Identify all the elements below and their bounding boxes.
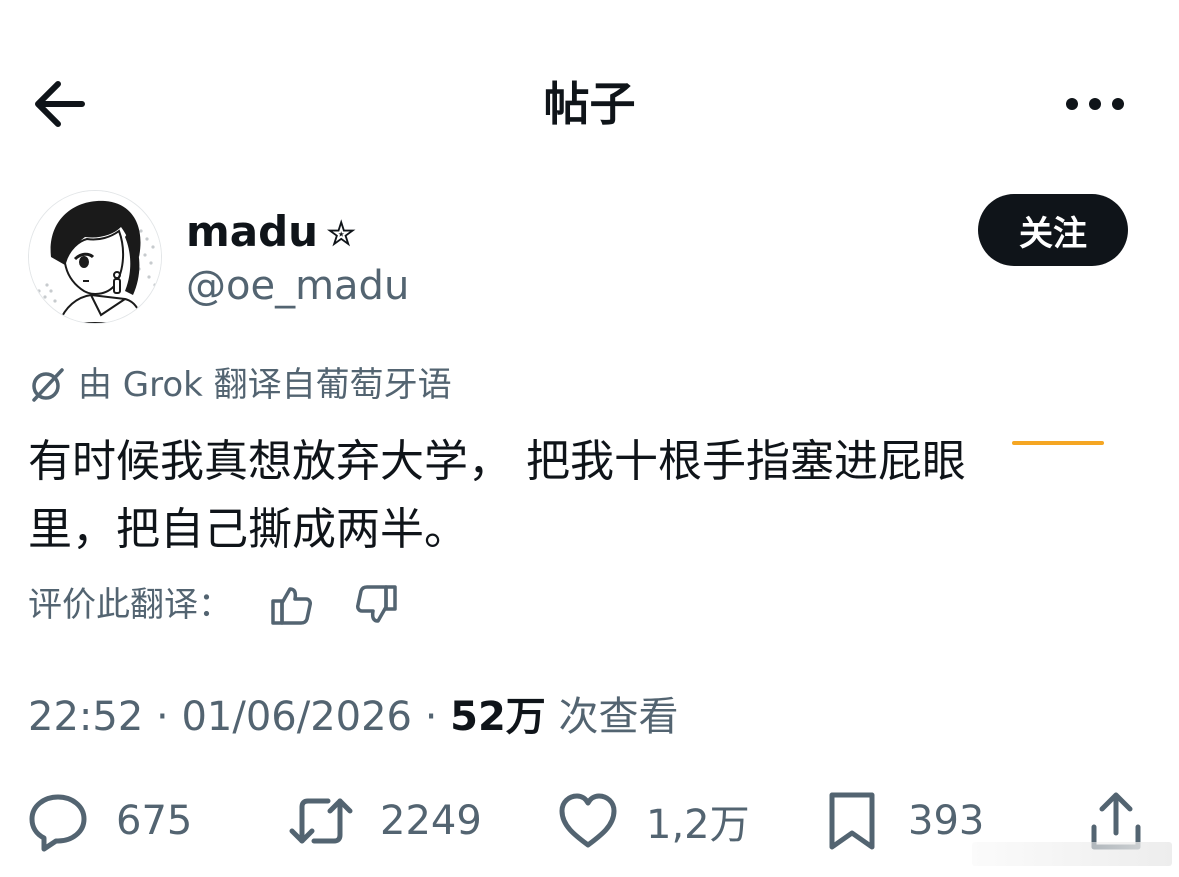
follow-button[interactable]: 关注 [978,194,1128,266]
more-icon [1066,98,1124,110]
repost-icon [289,798,353,844]
translation-notice: 由 Grok 翻译自葡萄牙语 [28,362,452,408]
avatar-illustration [29,191,161,323]
thumbs-up-button[interactable] [266,580,316,630]
reply-button[interactable]: 675 [26,786,192,856]
thumbs-up-icon [271,587,312,625]
rate-translation: 评价此翻译： [28,580,402,630]
page-title: 帖子 [543,77,636,131]
like-icon [559,793,617,848]
post-text: 有时候我真想放弃大学， 把我十根手指塞进屁眼 里，把自己撕成两半。 [28,436,966,555]
bookmark-button[interactable]: 393 [822,786,984,856]
name-badge: ✮ [326,214,357,255]
watermark-overlay [972,842,1172,866]
bookmark-icon [829,792,875,850]
translation-notice-text: 由 Grok 翻译自葡萄牙语 [78,365,452,405]
more-button[interactable] [1062,84,1128,124]
reply-count: 675 [116,798,193,844]
meta-separator: · [156,694,169,740]
thumbs-down-button[interactable] [352,580,402,630]
like-count: 1,2万 [646,802,750,848]
display-name-text: madu [186,207,319,256]
meta-separator: · [424,694,438,740]
highlight-underline [1012,441,1104,445]
views-count: 52万 [450,694,546,740]
display-name[interactable]: madu ✮ [186,206,356,261]
views-label: 次查看 [558,694,679,740]
post-meta: 22:52 · 01/06/2026 · 52万 次查看 [28,690,679,744]
post-time: 22:52 [28,694,144,740]
like-button[interactable]: 1,2万 [556,786,750,856]
repost-button[interactable]: 2249 [288,786,482,856]
rate-translation-label: 评价此翻译： [28,585,232,625]
post-date: 01/06/2026 [181,694,412,740]
grok-icon [28,366,66,404]
reply-icon [29,794,87,852]
thumbs-down-icon [356,585,397,623]
bookmark-count: 393 [908,798,985,844]
user-handle[interactable]: @oe_madu [186,262,409,310]
avatar[interactable] [28,190,162,324]
repost-count: 2249 [380,798,482,844]
